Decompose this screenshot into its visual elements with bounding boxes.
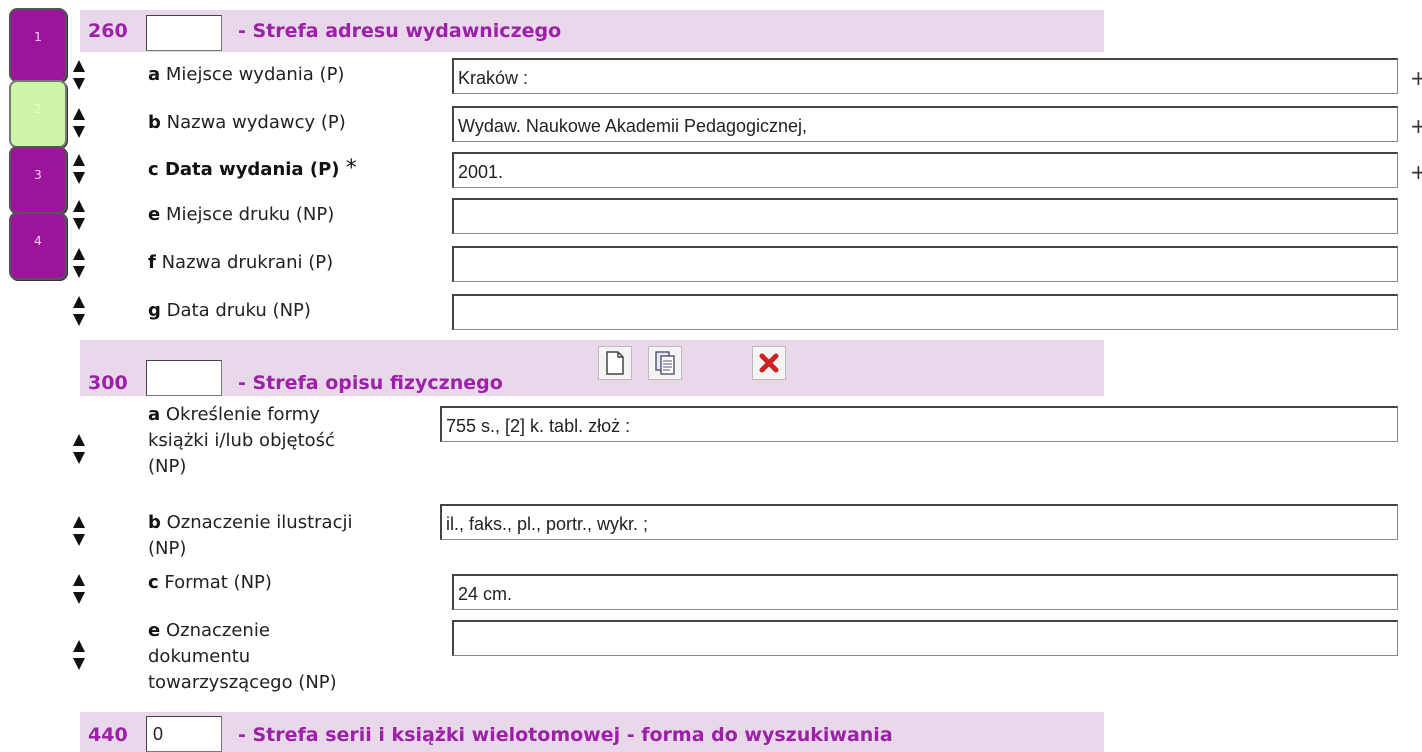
reorder-arrows-icon[interactable] bbox=[68, 432, 90, 472]
tab-3[interactable]: 3 bbox=[9, 146, 67, 214]
reorder-arrows-icon[interactable] bbox=[68, 638, 90, 678]
field-label-300a: a Określenie formy książki i/lub objętoś… bbox=[148, 404, 335, 477]
tab-2-label: 2 bbox=[34, 102, 42, 116]
field-label-300b: b Oznaczenie ilustracji (NP) bbox=[148, 512, 353, 559]
tab-4-label: 4 bbox=[34, 234, 42, 248]
copy-document-button[interactable] bbox=[648, 346, 682, 380]
field-input-300b[interactable]: il., faks., pl., portr., wykr. ; bbox=[440, 504, 1398, 540]
tab-1-label: 1 bbox=[34, 30, 42, 44]
reorder-arrows-icon[interactable] bbox=[68, 246, 90, 286]
field-label-260e: e Miejsce druku (NP) bbox=[148, 204, 335, 225]
tab-2[interactable]: 2 bbox=[9, 80, 67, 148]
field-label-300e: e Oznaczenie dokumentu towarzyszącego (N… bbox=[148, 620, 337, 693]
add-field-icon[interactable]: + bbox=[1410, 160, 1422, 184]
field-input-260e[interactable] bbox=[452, 198, 1398, 234]
tab-4[interactable]: 4 bbox=[9, 212, 67, 280]
field-input-300c[interactable]: 24 cm. bbox=[452, 574, 1398, 610]
tab-1[interactable]: 1 bbox=[9, 8, 67, 82]
section-header-300: 300 - Strefa opisu fizycznego bbox=[80, 340, 1104, 396]
section-title: - Strefa serii i książki wielotomowej - … bbox=[238, 724, 893, 746]
tab-3-label: 3 bbox=[34, 168, 42, 182]
delete-icon bbox=[759, 353, 779, 373]
section-title: - Strefa adresu wydawniczego bbox=[238, 20, 562, 42]
section-title: - Strefa opisu fizycznego bbox=[238, 372, 503, 394]
field-label-260f: f Nazwa drukrani (P) bbox=[148, 252, 334, 273]
reorder-arrows-icon[interactable] bbox=[68, 152, 90, 192]
field-input-300a[interactable]: 755 s., [2] k. tabl. złoż : bbox=[440, 406, 1398, 442]
field-input-260b[interactable]: Wydaw. Naukowe Akademii Pedagogicznej, bbox=[452, 106, 1398, 142]
field-input-260c[interactable]: 2001. bbox=[452, 152, 1398, 188]
indicator-input[interactable]: 0 bbox=[146, 716, 222, 752]
field-label-300c: c Format (NP) bbox=[148, 572, 272, 593]
section-number: 300 bbox=[88, 372, 128, 394]
field-input-260f[interactable] bbox=[452, 246, 1398, 282]
field-input-300e[interactable] bbox=[452, 620, 1398, 656]
required-marker: * bbox=[345, 156, 357, 181]
section-header-260: 260 - Strefa adresu wydawniczego bbox=[80, 10, 1104, 52]
reorder-arrows-icon[interactable] bbox=[68, 106, 90, 146]
field-label-260a: a Miejsce wydania (P) bbox=[148, 64, 345, 85]
field-label-260g: g Data druku (NP) bbox=[148, 300, 311, 321]
indicator-input[interactable] bbox=[146, 360, 222, 396]
reorder-arrows-icon[interactable] bbox=[68, 514, 90, 554]
add-field-icon[interactable]: + bbox=[1410, 114, 1422, 138]
section-number: 440 bbox=[88, 724, 128, 746]
new-document-icon bbox=[606, 351, 624, 375]
add-field-icon[interactable]: + bbox=[1410, 66, 1422, 90]
delete-button[interactable] bbox=[752, 346, 786, 380]
field-label-260c: c Data wydania (P) * bbox=[148, 156, 357, 181]
reorder-arrows-icon[interactable] bbox=[68, 572, 90, 612]
reorder-arrows-icon[interactable] bbox=[68, 294, 90, 334]
reorder-arrows-icon[interactable] bbox=[68, 58, 90, 98]
new-document-button[interactable] bbox=[598, 346, 632, 380]
section-header-440: 440 0 - Strefa serii i książki wielotomo… bbox=[80, 712, 1104, 752]
indicator-input[interactable] bbox=[146, 15, 222, 51]
section-number: 260 bbox=[88, 20, 128, 42]
field-input-260a[interactable]: Kraków : bbox=[452, 58, 1398, 94]
field-input-260g[interactable] bbox=[452, 294, 1398, 330]
field-label-260b: b Nazwa wydawcy (P) bbox=[148, 112, 346, 133]
reorder-arrows-icon[interactable] bbox=[68, 198, 90, 238]
copy-document-icon bbox=[655, 351, 675, 375]
